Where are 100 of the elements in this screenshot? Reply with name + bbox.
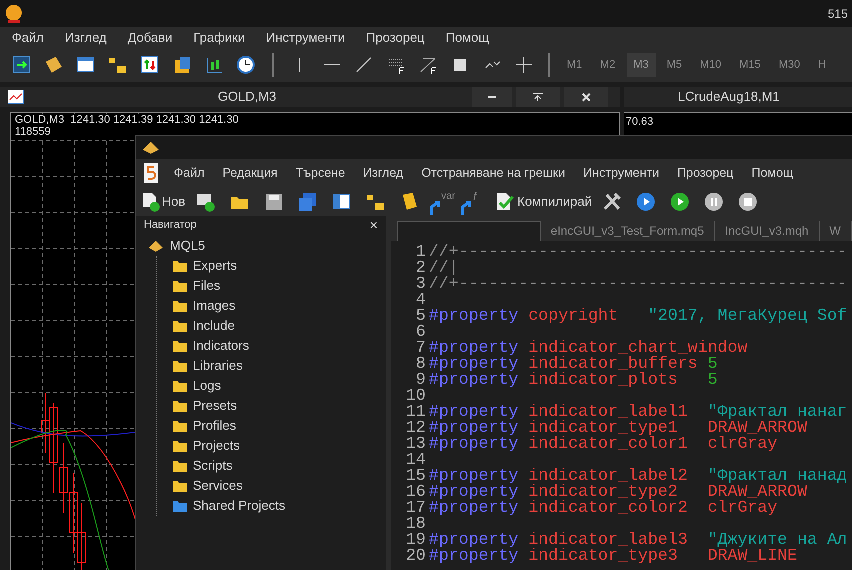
- menu-item[interactable]: Отстраняване на грешки: [414, 164, 574, 182]
- timeframe-button[interactable]: M15: [732, 53, 768, 77]
- menu-item[interactable]: Графики: [186, 28, 254, 48]
- tree-item[interactable]: Shared Projects: [157, 496, 386, 516]
- timeframe-button[interactable]: M3: [626, 53, 656, 77]
- chart-price: 70.63: [626, 115, 654, 130]
- timeframe-button[interactable]: M1: [560, 53, 590, 77]
- timeframe-button[interactable]: M10: [693, 53, 729, 77]
- chart-title: LCrudeAug18,M1: [678, 88, 780, 106]
- close-icon: [582, 92, 590, 102]
- line-number: 10: [405, 388, 427, 404]
- line-number: 11: [405, 404, 427, 420]
- menu-item[interactable]: Инструменти: [575, 164, 668, 182]
- code-line: #property indicator_type1 DRAW_ARROW: [429, 420, 808, 436]
- panel-title: Навигатор: [144, 218, 197, 233]
- window-title: 515: [828, 6, 848, 22]
- menu-item[interactable]: Инструменти: [258, 28, 354, 48]
- line-number: 14: [405, 452, 427, 468]
- new-file-icon: [142, 192, 160, 212]
- code-line: #property indicator_type2 DRAW_ARROW: [429, 484, 808, 500]
- insert-variable-button[interactable]: var: [430, 188, 456, 214]
- line-number: 19: [405, 532, 427, 548]
- menu-item[interactable]: Помощ: [438, 28, 498, 48]
- tree-item[interactable]: Services: [157, 476, 386, 496]
- digit-five-icon: [144, 163, 158, 183]
- timeframe-button[interactable]: M2: [593, 53, 623, 77]
- code-line: #property indicator_label1 "Фрактал нанаг: [429, 404, 848, 420]
- code-line: #property indicator_label3 "Джуките на Ал: [429, 532, 848, 548]
- menu-item[interactable]: Редакция: [214, 164, 286, 182]
- chart-price-info: GOLD,M3 1241.30 1241.39 1241.30 1241.30: [15, 114, 239, 126]
- close-button[interactable]: [564, 87, 608, 107]
- code-line: #property indicator_chart_window: [429, 340, 748, 356]
- tree-item[interactable]: Projects: [157, 436, 386, 456]
- line-number: 16: [405, 484, 427, 500]
- tree-item[interactable]: Logs: [157, 376, 386, 396]
- tree-item[interactable]: Include: [157, 316, 386, 336]
- new-file-button[interactable]: Нов: [142, 188, 186, 214]
- chart-window-icon: [8, 90, 24, 104]
- tree-item[interactable]: Files: [157, 276, 386, 296]
- tree-item[interactable]: Scripts: [157, 456, 386, 476]
- line-number: 6: [415, 324, 427, 340]
- menu-item[interactable]: Изглед: [355, 164, 412, 182]
- line-number: 1: [415, 244, 427, 260]
- menu-item[interactable]: Изглед: [56, 28, 115, 48]
- close-button[interactable]: ×: [370, 218, 378, 232]
- minimize-icon: [488, 96, 496, 98]
- folder-icon: [173, 340, 187, 352]
- tree-item[interactable]: Indicators: [157, 336, 386, 356]
- tree-item[interactable]: Libraries: [157, 356, 386, 376]
- menu-item[interactable]: Добави: [120, 28, 181, 48]
- tree-item[interactable]: Presets: [157, 396, 386, 416]
- line-number: 4: [415, 292, 427, 308]
- folder-icon: [173, 280, 187, 292]
- code-line: #property copyright "2017, МегаКурец Sof: [429, 308, 848, 324]
- menu-item[interactable]: Файл: [4, 28, 52, 48]
- restore-icon: [533, 93, 543, 101]
- shared-folder-icon: [173, 500, 187, 512]
- line-number: 18: [405, 516, 427, 532]
- folder-icon: [173, 400, 187, 412]
- folder-icon: [173, 380, 187, 392]
- code-line: #property indicator_color2 clrGray: [429, 500, 778, 516]
- menu-item[interactable]: Търсене: [288, 164, 354, 182]
- tree-item[interactable]: MQL5: [148, 236, 386, 256]
- compile-button[interactable]: Компилирай: [494, 188, 592, 214]
- folder-icon: [173, 440, 187, 452]
- menu-item[interactable]: Файл: [166, 164, 213, 182]
- insert-function-button[interactable]: f: [461, 188, 476, 214]
- restore-button[interactable]: [516, 87, 560, 107]
- tree-item[interactable]: Experts: [157, 256, 386, 276]
- line-number: 9: [416, 372, 427, 388]
- timeframe-button[interactable]: M30: [772, 53, 808, 77]
- tree-item[interactable]: Profiles: [157, 416, 386, 436]
- line-number: 7: [415, 340, 427, 356]
- code-line: #property indicator_buffers 5: [429, 356, 718, 372]
- chart-title: GOLD,M3: [218, 88, 277, 106]
- arrow-icon: [430, 200, 442, 214]
- folder-icon: [173, 320, 187, 332]
- timeframe-button[interactable]: H: [811, 53, 834, 77]
- code-line: //+---------------------------------------: [429, 276, 848, 292]
- arrow-icon: [461, 200, 474, 214]
- line-number: 2: [415, 260, 427, 276]
- code-line: #property indicator_plots 5: [429, 372, 718, 388]
- line-number: 13: [405, 436, 427, 452]
- code-line: #property indicator_type3 DRAW_LINE: [429, 548, 798, 564]
- menu-item[interactable]: Помощ: [744, 164, 802, 182]
- folder-icon: [173, 360, 187, 372]
- folder-icon: [173, 420, 187, 432]
- code-line: #property indicator_label2 "Фрактал нанад: [429, 468, 848, 484]
- folder-icon: [173, 480, 187, 492]
- menu-item[interactable]: Прозорец: [358, 28, 433, 48]
- folder-icon: [173, 260, 187, 272]
- line-number: 8: [415, 356, 427, 372]
- timeframe-button[interactable]: M5: [660, 53, 690, 77]
- folder-icon: [173, 460, 187, 472]
- code-line: //+---------------------------------------: [429, 244, 848, 260]
- line-number: 15: [405, 468, 427, 484]
- line-number: 12: [405, 420, 427, 436]
- tree-item[interactable]: Images: [157, 296, 386, 316]
- menu-item[interactable]: Прозорец: [669, 164, 742, 182]
- code-line: //|: [429, 260, 459, 276]
